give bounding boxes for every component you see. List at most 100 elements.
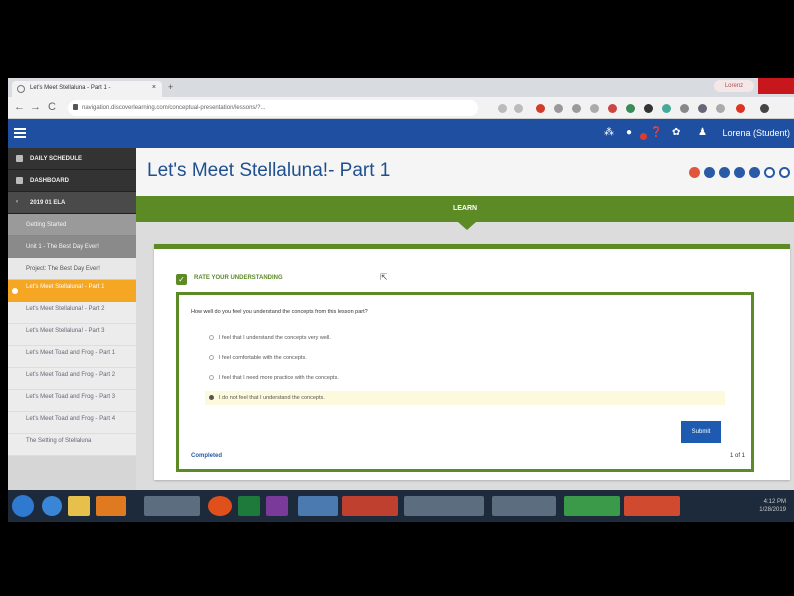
app-taskbar-button[interactable] — [564, 496, 620, 516]
hamburger-menu-icon[interactable] — [14, 128, 26, 138]
browser-tab-bar: Let's Meet Stellaluna - Part 1 - × + Lor… — [8, 78, 794, 97]
desktop-screen: Let's Meet Stellaluna - Part 1 - × + Lor… — [8, 78, 794, 522]
sidebar-item-lesson[interactable]: Let's Meet Toad and Frog - Part 2 — [8, 368, 136, 390]
extension-icon[interactable] — [498, 104, 507, 113]
bookmark-icon[interactable] — [719, 167, 730, 178]
browser-tab[interactable]: Let's Meet Stellaluna - Part 1 - × — [12, 81, 162, 97]
radio-icon[interactable] — [209, 355, 214, 360]
extension-icon[interactable] — [626, 104, 635, 113]
extension-icon[interactable] — [590, 104, 599, 113]
page-title: Let's Meet Stellaluna!- Part 1 — [147, 160, 391, 181]
app-icon[interactable] — [96, 496, 126, 516]
ie-icon[interactable] — [42, 496, 62, 516]
teams-taskbar-button[interactable] — [492, 496, 556, 516]
browser-address-bar: ← → C navigation.discoverlearning.com/co… — [8, 97, 794, 119]
caret-down-icon — [458, 222, 476, 230]
app-icon[interactable] — [298, 496, 338, 516]
extension-icon[interactable] — [736, 104, 745, 113]
page-counter: 1 of 1 — [729, 453, 745, 459]
system-tray[interactable]: 4:12 PM 1/28/2019 — [759, 498, 786, 514]
extension-icon[interactable] — [536, 104, 545, 113]
rating-card: ✓ RATE YOUR UNDERSTANDING ⇱ How well do … — [154, 244, 790, 480]
extension-icon[interactable] — [572, 104, 581, 113]
answer-option[interactable]: I feel that I need more practice with th… — [205, 371, 725, 385]
answer-option[interactable]: I feel that I understand the concepts ve… — [205, 331, 725, 345]
app-header: ⁂ ● ❓ ✿ ♟ Lorena (Student) — [8, 119, 794, 148]
sidebar-item-lesson[interactable]: Let's Meet Stellaluna! - Part 2 — [8, 302, 136, 324]
radio-icon[interactable] — [209, 335, 214, 340]
share-icon[interactable] — [749, 167, 760, 178]
extension-icon[interactable] — [554, 104, 563, 113]
forward-button[interactable]: → — [30, 101, 41, 113]
user-icon: ♟ — [698, 127, 707, 138]
clock-date: 1/28/2019 — [759, 507, 786, 513]
app-taskbar-button[interactable] — [342, 496, 398, 516]
app-taskbar-button[interactable] — [624, 496, 680, 516]
checkbox-icon: ✓ — [176, 274, 187, 285]
extension-icon[interactable] — [716, 104, 725, 113]
circle-icon[interactable] — [764, 167, 775, 178]
excel-icon[interactable] — [238, 496, 260, 516]
clock-time: 4:12 PM — [763, 499, 786, 505]
word-taskbar-button[interactable] — [404, 496, 484, 516]
circle-icon[interactable] — [779, 167, 790, 178]
radio-selected-icon[interactable] — [209, 395, 214, 400]
answer-option[interactable]: I feel comfortable with the concepts. — [205, 351, 725, 365]
new-tab-button[interactable]: + — [168, 82, 173, 92]
learn-tab[interactable]: LEARN — [136, 196, 794, 230]
question-box: How well do you feel you understand the … — [176, 292, 754, 472]
bell-icon[interactable]: ● — [626, 127, 632, 138]
lock-icon — [73, 104, 78, 110]
sidebar-item-lesson[interactable]: Let's Meet Toad and Frog - Part 1 — [8, 346, 136, 368]
sidebar: DAILY SCHEDULE DASHBOARD ‹ 2019 01 ELA G… — [8, 148, 136, 490]
star-icon[interactable] — [514, 104, 523, 113]
extension-icon[interactable] — [662, 104, 671, 113]
reload-button[interactable]: C — [48, 101, 56, 113]
print-icon[interactable] — [704, 167, 715, 178]
notification-badge — [640, 133, 647, 140]
firefox-icon[interactable] — [208, 496, 232, 516]
completion-status: Completed — [191, 453, 223, 459]
user-name[interactable]: Lorena (Student) — [722, 128, 790, 138]
extension-icon[interactable] — [698, 104, 707, 113]
window-close-button[interactable] — [758, 78, 794, 94]
dashboard-icon — [16, 177, 23, 184]
answer-option-selected[interactable]: I do not feel that I understand the conc… — [205, 391, 725, 405]
sidebar-item-lesson[interactable]: Let's Meet Toad and Frog - Part 4 — [8, 412, 136, 434]
sidebar-item-active-lesson[interactable]: Let's Meet Stellaluna! - Part 1 — [8, 280, 136, 302]
sidebar-item-lesson[interactable]: Let's Meet Toad and Frog - Part 3 — [8, 390, 136, 412]
profile-button[interactable]: Lorenz — [714, 80, 754, 92]
sidebar-item-lesson[interactable]: Let's Meet Stellaluna! - Part 3 — [8, 324, 136, 346]
calendar-icon — [16, 155, 23, 162]
rate-header: RATE YOUR UNDERSTANDING — [194, 275, 283, 281]
tab-close-icon[interactable]: × — [152, 84, 156, 91]
sidebar-item-getting-started[interactable]: Getting Started — [8, 214, 136, 236]
sidebar-item-dashboard[interactable]: DASHBOARD — [8, 170, 136, 192]
chevron-left-icon: ‹ — [16, 199, 18, 205]
sidebar-item-unit[interactable]: Unit 1 - The Best Day Ever! — [8, 236, 136, 258]
learn-label: LEARN — [452, 205, 478, 212]
network-icon[interactable]: ⁂ — [604, 127, 614, 138]
record-icon[interactable] — [689, 167, 700, 178]
gear-icon[interactable]: ✿ — [672, 127, 680, 138]
folder-icon[interactable] — [68, 496, 90, 516]
sidebar-item-course[interactable]: ‹ 2019 01 ELA — [8, 192, 136, 214]
question-text: How well do you feel you understand the … — [191, 309, 368, 315]
onenote-icon[interactable] — [266, 496, 288, 516]
submit-button[interactable]: Submit — [681, 421, 721, 443]
sidebar-item-daily-schedule[interactable]: DAILY SCHEDULE — [8, 148, 136, 170]
chrome-taskbar-button[interactable] — [144, 496, 200, 516]
tab-favicon-icon — [17, 85, 25, 93]
radio-icon[interactable] — [209, 375, 214, 380]
sidebar-item-lesson[interactable]: The Setting of Stellaluna — [8, 434, 136, 456]
extension-icon[interactable] — [680, 104, 689, 113]
extension-icon[interactable] — [608, 104, 617, 113]
start-button-icon[interactable] — [12, 495, 34, 517]
back-button[interactable]: ← — [14, 101, 25, 113]
extension-icon[interactable] — [760, 104, 769, 113]
url-input[interactable]: navigation.discoverlearning.com/conceptu… — [68, 100, 478, 116]
help-icon[interactable]: ❓ — [650, 127, 662, 138]
notes-icon[interactable] — [734, 167, 745, 178]
sidebar-item-project[interactable]: Project: The Best Day Ever! — [8, 258, 136, 280]
extension-icon[interactable] — [644, 104, 653, 113]
